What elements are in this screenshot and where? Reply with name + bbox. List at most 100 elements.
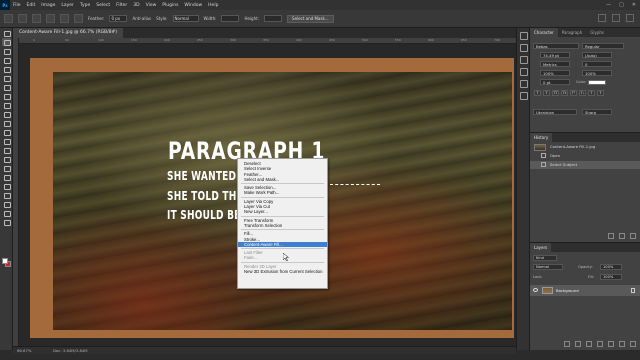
menu-type[interactable]: Type xyxy=(77,3,93,8)
color-swatches[interactable] xyxy=(2,258,12,268)
eye-icon[interactable] xyxy=(533,288,538,292)
zoom-tool-icon[interactable] xyxy=(2,209,11,217)
workspace-icon[interactable] xyxy=(612,14,620,22)
horizontal-scale-input[interactable]: 100% xyxy=(582,70,612,76)
object-selection-tool-icon[interactable] xyxy=(2,56,11,64)
swatches-panel-icon[interactable] xyxy=(520,44,528,52)
context-menu-item-transform-selection[interactable]: Transform Selection xyxy=(238,223,327,228)
menu-edit[interactable]: Edit xyxy=(24,3,39,8)
body-text-line-2[interactable]: SHE TOLD THE xyxy=(167,188,243,203)
new-layer-icon[interactable] xyxy=(619,341,625,347)
tab-character[interactable]: Character xyxy=(530,28,558,37)
gradient-tool-icon[interactable] xyxy=(2,137,11,145)
new-selection-icon[interactable] xyxy=(32,14,41,23)
menu-layer[interactable]: Layer xyxy=(58,3,77,8)
adjustments-panel-icon[interactable] xyxy=(520,56,528,64)
spot-healing-tool-icon[interactable] xyxy=(2,92,11,100)
subtract-selection-icon[interactable] xyxy=(60,14,69,23)
fill-input[interactable]: 100% xyxy=(600,274,622,280)
feather-input[interactable]: 0 px xyxy=(109,15,128,22)
faux-bold-button[interactable]: T xyxy=(534,90,541,96)
rectangle-tool-icon[interactable] xyxy=(2,191,11,199)
antialias-select[interactable]: Sharp xyxy=(582,109,612,115)
select-and-mask-button[interactable]: Select and Mask... xyxy=(287,14,334,23)
pen-tool-icon[interactable] xyxy=(2,164,11,172)
blur-tool-icon[interactable] xyxy=(2,146,11,154)
marquee-preset-icon[interactable] xyxy=(18,14,27,23)
close-icon[interactable]: ✕ xyxy=(632,2,636,8)
intersect-selection-icon[interactable] xyxy=(74,14,83,23)
opacity-input[interactable]: 100% xyxy=(600,264,622,270)
lock-icon[interactable] xyxy=(631,288,635,293)
leading-input[interactable]: (Auto) xyxy=(582,52,612,58)
blend-mode-select[interactable]: Normal xyxy=(533,264,563,270)
kerning-input[interactable]: Metrics xyxy=(540,61,570,67)
context-menu-item-new-3d-extrusion-from-current-selection[interactable]: New 3D Extrusion from Current Selection xyxy=(238,269,327,274)
tab-paragraph[interactable]: Paragraph xyxy=(558,28,587,37)
context-menu-item-content-aware-fill[interactable]: Content-Aware Fill... xyxy=(238,241,327,248)
lasso-tool-icon[interactable] xyxy=(2,47,11,55)
history-snapshot[interactable]: Content-Aware Fill-1.jpg xyxy=(530,143,640,151)
clone-stamp-tool-icon[interactable] xyxy=(2,110,11,118)
language-select[interactable]: Ukrainian xyxy=(533,109,577,115)
snapshot-camera-icon[interactable] xyxy=(619,233,625,239)
document-tab[interactable]: Content-Aware Fill-1.jpg @ 66.7% (RGB/8#… xyxy=(13,28,124,38)
trash-icon[interactable] xyxy=(630,233,636,239)
tab-glyphs[interactable]: Glyphs xyxy=(586,28,608,37)
document-info[interactable]: Doc: 3.84M/3.84M xyxy=(53,347,88,355)
menu-plugins[interactable]: Plugins xyxy=(159,3,181,8)
menu-help[interactable]: Help xyxy=(205,3,221,8)
history-item-open[interactable]: Open xyxy=(530,152,640,160)
link-layers-icon[interactable] xyxy=(564,341,570,347)
strikethrough-button[interactable]: T xyxy=(597,90,604,96)
foreground-color-swatch[interactable] xyxy=(2,258,8,264)
history-brush-tool-icon[interactable] xyxy=(2,119,11,127)
menu-select[interactable]: Select xyxy=(93,3,113,8)
paths-panel-icon[interactable] xyxy=(520,92,528,100)
font-family-select[interactable]: Bebas xyxy=(533,43,579,49)
style-select[interactable]: Normal xyxy=(172,15,199,22)
tab-history[interactable]: History xyxy=(530,133,553,142)
menu-window[interactable]: Window xyxy=(181,3,205,8)
context-menu-item-make-work-path[interactable]: Make Work Path... xyxy=(238,190,327,195)
home-icon[interactable] xyxy=(4,14,13,23)
underline-button[interactable]: T xyxy=(588,90,595,96)
subscript-button[interactable]: T₁ xyxy=(579,90,586,96)
maximize-icon[interactable]: □ xyxy=(619,2,624,8)
baseline-shift-input[interactable]: 0 pt xyxy=(540,79,570,85)
history-item-select-subject[interactable]: Select Subject xyxy=(530,161,640,169)
text-color-swatch[interactable] xyxy=(588,80,606,85)
more-tools-icon[interactable] xyxy=(2,218,11,226)
antialias-checkbox[interactable]: Anti-alias xyxy=(132,16,151,21)
tab-layers[interactable]: Layers xyxy=(530,243,552,252)
faux-italic-button[interactable]: T xyxy=(543,90,550,96)
crop-tool-icon[interactable] xyxy=(2,65,11,73)
menu-view[interactable]: View xyxy=(143,3,160,8)
vertical-scale-input[interactable]: 100% xyxy=(540,70,570,76)
menu-image[interactable]: Image xyxy=(38,3,58,8)
small-caps-button[interactable]: Tt xyxy=(561,90,568,96)
libraries-panel-icon[interactable] xyxy=(520,80,528,88)
all-caps-button[interactable]: TT xyxy=(552,90,559,96)
adjustment-layer-icon[interactable] xyxy=(597,341,603,347)
properties-panel-icon[interactable] xyxy=(520,68,528,76)
font-size-input[interactable]: 74.49 pt xyxy=(540,52,570,58)
superscript-button[interactable]: T¹ xyxy=(570,90,577,96)
path-selection-tool-icon[interactable] xyxy=(2,182,11,190)
trash-icon[interactable] xyxy=(630,341,636,347)
type-tool-icon[interactable] xyxy=(2,173,11,181)
menu-file[interactable]: File xyxy=(10,3,24,8)
minimize-icon[interactable]: — xyxy=(606,2,611,8)
brush-tool-icon[interactable] xyxy=(2,101,11,109)
eyedropper-tool-icon[interactable] xyxy=(2,83,11,91)
layer-row-background[interactable]: Background xyxy=(530,285,640,296)
new-group-icon[interactable] xyxy=(608,341,614,347)
dodge-tool-icon[interactable] xyxy=(2,155,11,163)
color-panel-icon[interactable] xyxy=(520,32,528,40)
width-input[interactable] xyxy=(221,15,240,22)
share-icon[interactable] xyxy=(626,14,634,22)
move-tool-icon[interactable] xyxy=(2,29,11,37)
add-mask-icon[interactable] xyxy=(586,341,592,347)
zoom-level[interactable]: 66.67% xyxy=(17,347,31,355)
layer-filter-kind-select[interactable]: Kind xyxy=(533,255,557,261)
